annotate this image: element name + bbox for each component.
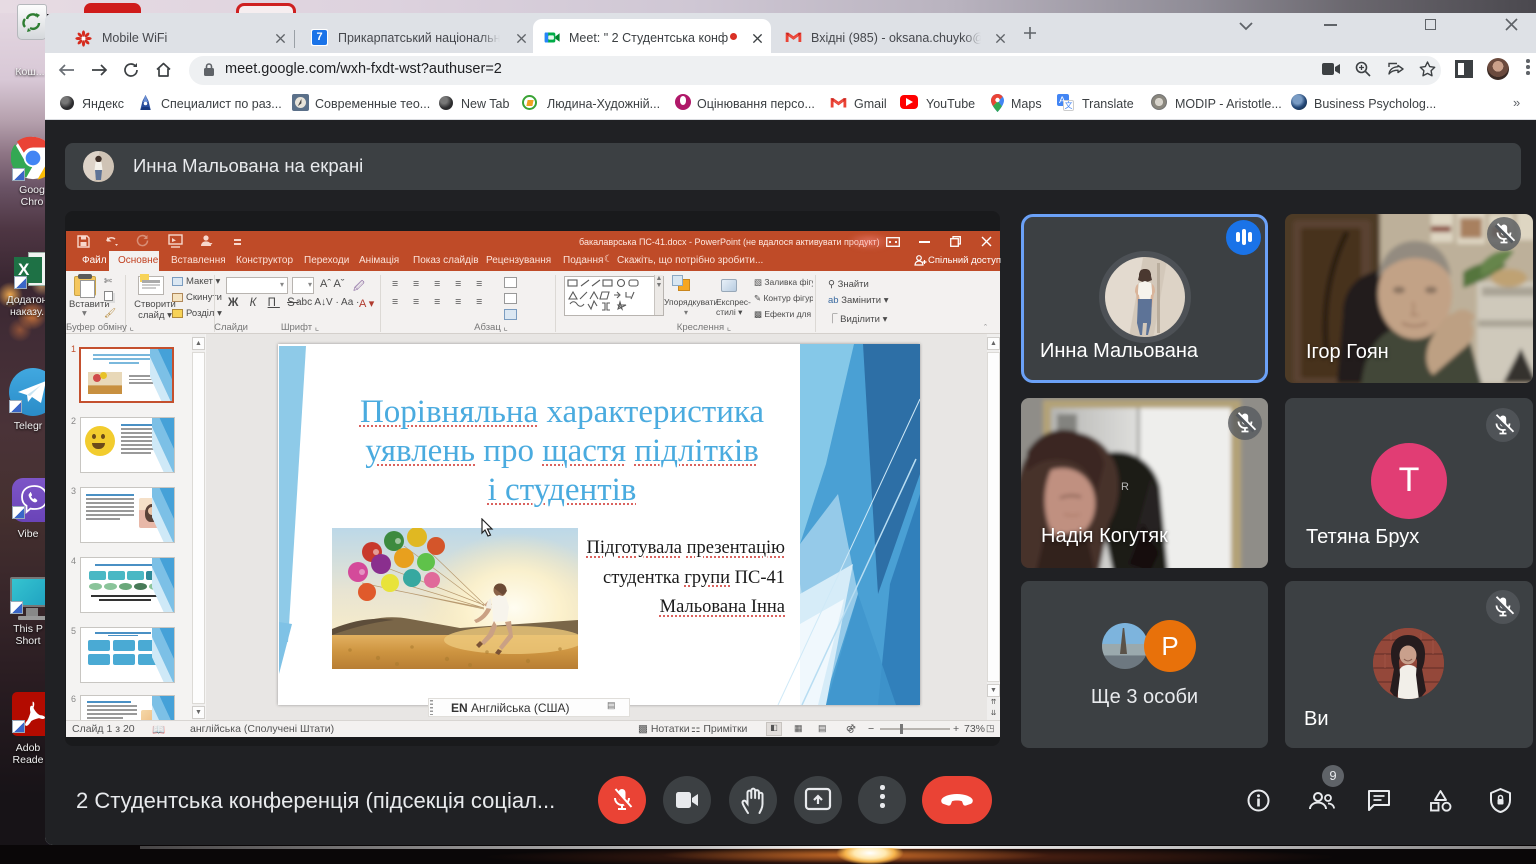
svg-text:R: R — [1121, 481, 1129, 493]
